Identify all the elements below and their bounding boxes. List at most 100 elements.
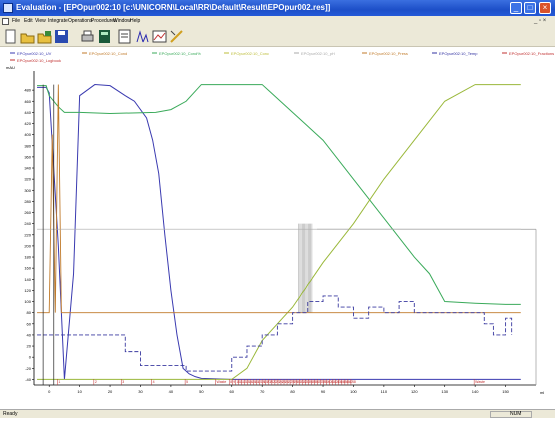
y-tick-label: 380 [24,143,31,148]
fraction-label: 4 [153,380,155,384]
chromatogram-area[interactable]: EPOpur002:10_UV EPOpur002:10_Cond EPOpur00… [4,47,555,407]
y-tick-label: 360 [24,154,31,159]
y-tick-label: 300 [24,188,31,193]
y-tick-label: 200 [24,243,31,248]
document-icon[interactable] [2,18,9,25]
y-tick-label: 420 [24,121,31,126]
x-tick-label: 50 [199,389,204,394]
legend-label: EPOpur002:10_pH [301,51,335,56]
fraction-label: Waste [217,380,227,384]
menu-view[interactable]: View [35,16,46,27]
series-line [37,84,521,305]
integrate-icon[interactable] [135,29,150,44]
menu-help[interactable]: Help [130,16,140,27]
y-tick-label: 0 [29,355,32,360]
x-tick-label: 150 [502,389,509,394]
y-tick-label: 60 [27,321,32,326]
x-tick-label: 140 [472,389,479,394]
x-tick-label: 60 [230,389,235,394]
y-tick-label: 320 [24,177,31,182]
calculator-icon[interactable] [97,29,112,44]
y-tick-label: 120 [24,288,31,293]
y-tick-label: 240 [24,221,31,226]
legend-label: EPOpur002:10_Logbook [17,58,61,63]
save-icon[interactable] [54,29,69,44]
legend-label: EPOpur002:10_Cond [89,51,127,56]
evaluation-window: Evaluation - [EPOpur002:10 [c:\UNICORN\L… [0,0,555,436]
menu-integrate[interactable]: Integrate [48,16,68,27]
fraction-label: 5 [186,380,188,384]
y-tick-label: 160 [24,266,31,271]
x-tick-label: 130 [441,389,448,394]
x-tick-label: 20 [108,389,113,394]
y-tick-label: 260 [24,210,31,215]
fraction-label: 8 [230,380,232,384]
y-tick-label: 140 [24,277,31,282]
line-icon[interactable] [169,29,184,44]
x-tick-label: 120 [411,389,418,394]
minimize-button[interactable]: _ [510,2,522,14]
chart-icon[interactable] [152,29,167,44]
x-tick-label: 100 [350,389,357,394]
x-tick-label: 40 [169,389,174,394]
legend-label: EPOpur002:10_UV [17,51,52,56]
taskbar-strip [0,418,555,436]
title-bar[interactable]: Evaluation - [EPOpur002:10 [c:\UNICORN\L… [0,0,555,16]
x-tick-label: 70 [260,389,265,394]
app-icon [3,3,13,13]
toolbar [0,27,555,47]
y-tick-label: 400 [24,132,31,137]
fraction-label: 2 [95,380,97,384]
y-tick-label: 340 [24,166,31,171]
legend-label: EPOpur002:10_Conc [231,51,269,56]
x-tick-label: 0 [48,389,51,394]
report-icon[interactable] [117,29,132,44]
close-button[interactable]: × [539,2,551,14]
print-icon[interactable] [80,29,95,44]
minimize-icon: _ [513,3,519,12]
y-tick-label: 100 [24,299,31,304]
x-tick-label: 80 [290,389,295,394]
fraction-label: Waste [475,380,485,384]
y-tick-label: 180 [24,255,31,260]
x-tick-label: 90 [321,389,326,394]
x-tick-label: 110 [381,389,388,394]
legend-label: EPOpur002:10_Press [369,51,408,56]
y-tick-label: -20 [25,366,32,371]
y-tick-label: 40 [27,332,32,337]
new-icon[interactable] [3,29,18,44]
series-line [37,84,521,314]
y-tick-label: 480 [24,88,31,93]
x-tick-label: 30 [138,389,143,394]
maximize-button[interactable]: □ [524,2,536,14]
series-line [37,295,513,372]
open-result-icon[interactable] [37,29,52,44]
chromatogram-chart[interactable]: EPOpur002:10_UV EPOpur002:10_Cond EPOpur00… [4,47,555,407]
menu-file[interactable]: File [12,16,20,27]
open-icon[interactable] [20,29,35,44]
menu-bar: File Edit View Integrate Operations Proc… [0,16,555,27]
menu-operations[interactable]: Operations [68,16,92,27]
mdi-controls[interactable]: _ ▫ × [534,17,546,26]
maximize-icon: □ [527,3,533,12]
fraction-label: 3 [122,380,124,384]
legend-label: EPOpur002:10_Temp [439,51,478,56]
x-axis-label: ml [540,390,544,395]
x-tick-label: 10 [77,389,82,394]
menu-edit[interactable]: Edit [24,16,33,27]
y-tick-label: 80 [27,310,32,315]
y-tick-label: 440 [24,110,31,115]
y-tick-label: 20 [27,344,32,349]
y-axis-label: mAU [6,65,15,70]
y-tick-label: 460 [24,99,31,104]
window-title: Evaluation - [EPOpur002:10 [c:\UNICORN\L… [16,3,331,12]
legend-label: EPOpur002:10_Cond% [159,51,201,56]
menu-window[interactable]: Window [113,16,131,27]
fraction-label: 9 [233,380,235,384]
close-icon: × [542,3,548,12]
fraction-label: 48 [352,380,356,384]
fraction-label: 1 [58,380,60,384]
y-tick-label: 280 [24,199,31,204]
y-tick-label: -40 [25,377,32,382]
legend-label: EPOpur002:10_Fractions [509,51,554,56]
